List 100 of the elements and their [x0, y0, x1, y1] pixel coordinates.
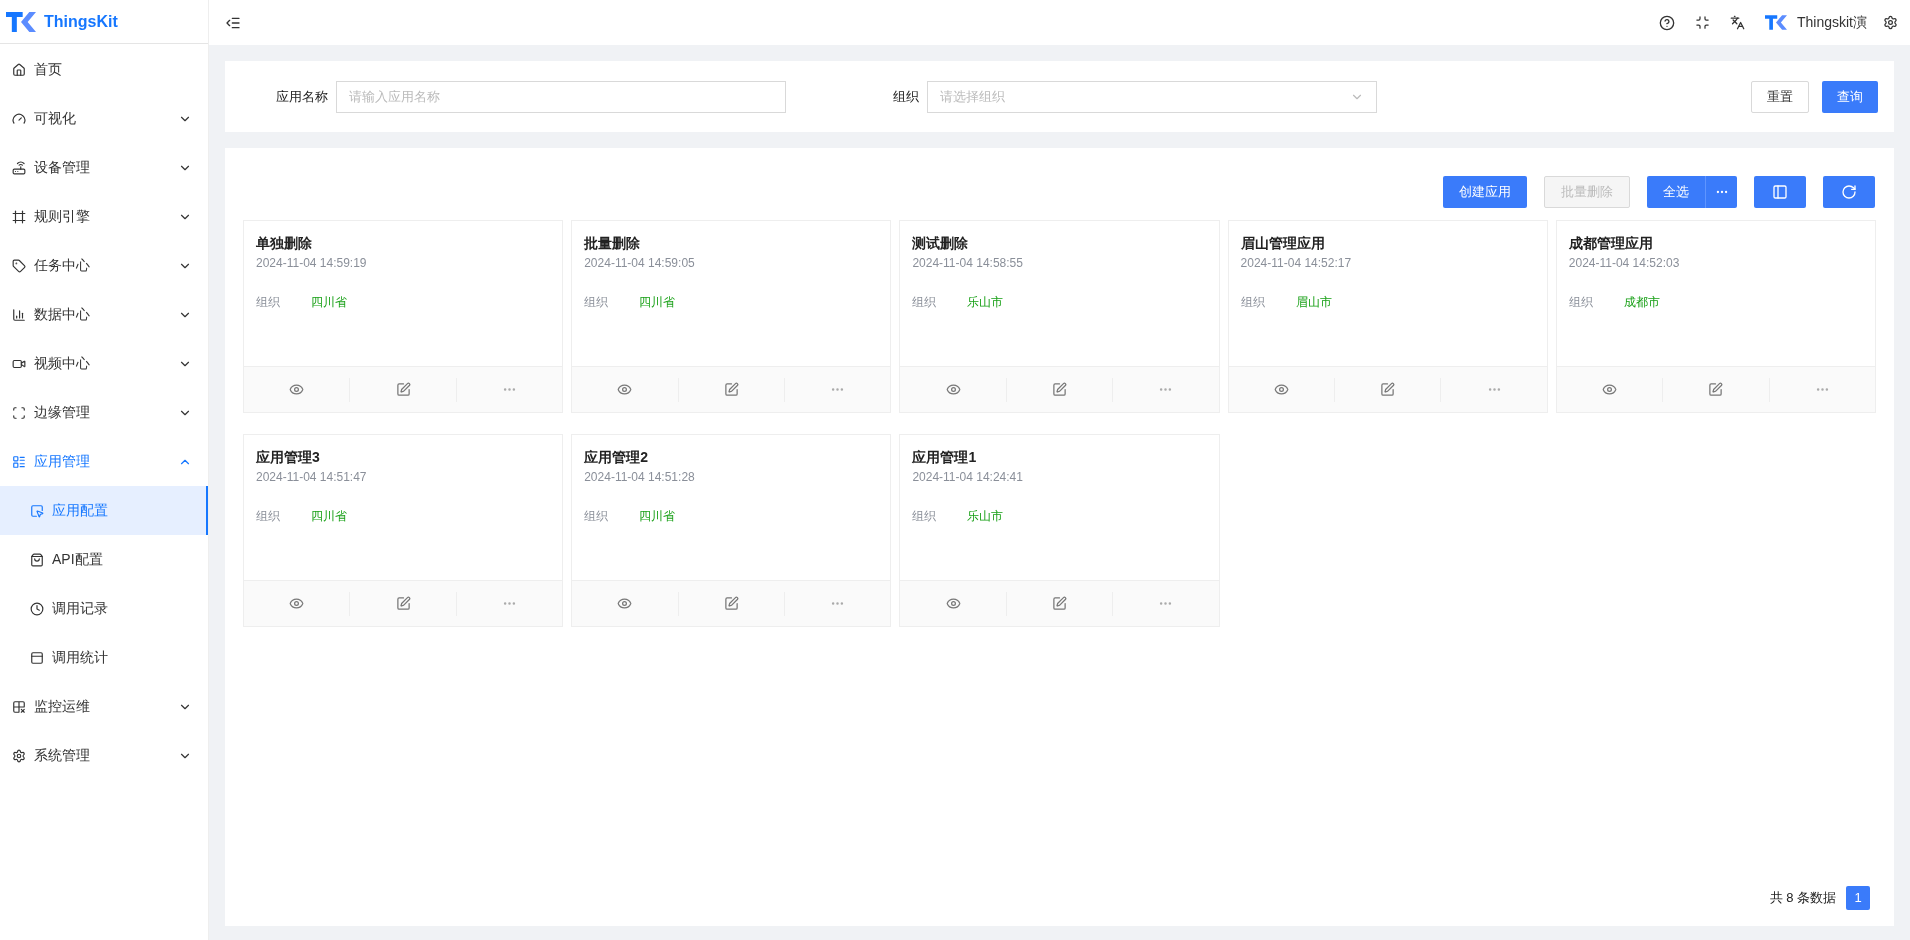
- sidebar-item[interactable]: 首页: [0, 45, 208, 94]
- edit-icon[interactable]: [1708, 382, 1724, 397]
- search-button[interactable]: 查询: [1822, 80, 1878, 113]
- card-title: 眉山管理应用: [1240, 234, 1326, 253]
- sidebar-item[interactable]: 监控运维: [0, 682, 208, 731]
- page-button[interactable]: 1: [1846, 886, 1870, 910]
- view-icon[interactable]: [945, 382, 961, 397]
- edit-icon[interactable]: [723, 596, 739, 611]
- sidebar-item[interactable]: 调用记录: [0, 584, 208, 633]
- org-label: 组织: [1568, 294, 1594, 311]
- org-value: 乐山市: [967, 294, 1004, 311]
- edit-icon[interactable]: [395, 382, 411, 397]
- card-title: 应用管理3: [256, 448, 321, 467]
- sidebar-item[interactable]: API配置: [0, 535, 208, 584]
- sidebar-item[interactable]: 调用统计: [0, 633, 208, 682]
- panel-icon: [30, 650, 44, 665]
- sidebar-item[interactable]: 任务中心: [0, 241, 208, 290]
- app-card[interactable]: 成都管理应用 2024-11-04 14:52:03 组织 成都市: [1555, 220, 1876, 413]
- card-time: 2024-11-04 14:52:03: [1568, 255, 1681, 272]
- card-time: 2024-11-04 14:59:05: [584, 255, 696, 272]
- app-card[interactable]: 应用管理1 2024-11-04 14:24:41 组织 乐山市: [899, 434, 1220, 627]
- card-time: 2024-11-04 14:24:41: [912, 469, 1024, 486]
- app-card[interactable]: 单独删除 2024-11-04 14:59:19 组织 四川省: [243, 220, 564, 413]
- bracket-icon: [12, 405, 26, 420]
- card-time: 2024-11-04 14:59:19: [256, 255, 368, 272]
- org-value: 成都市: [1623, 294, 1660, 311]
- name-input-field[interactable]: 请输入应用名称: [336, 80, 786, 113]
- panel-icon: [1772, 184, 1788, 200]
- org-value: 眉山市: [1295, 294, 1332, 311]
- card-title: 成都管理应用: [1568, 234, 1654, 253]
- org-label: 组织: [912, 508, 938, 525]
- view-icon[interactable]: [1273, 382, 1289, 397]
- view-icon[interactable]: [289, 596, 305, 611]
- app-card[interactable]: 测试删除 2024-11-04 14:58:55 组织 乐山市: [899, 220, 1220, 413]
- logo-icon: [1764, 15, 1787, 30]
- tag-icon: [12, 258, 26, 273]
- edit-icon[interactable]: [1052, 596, 1067, 611]
- view-icon[interactable]: [945, 596, 961, 611]
- org-label: 组织: [584, 508, 610, 525]
- brand-name: ThingsKit: [44, 11, 118, 32]
- org-label: 组织: [1240, 294, 1266, 311]
- refresh-icon: [1841, 184, 1857, 200]
- reset-button[interactable]: 重置: [1751, 80, 1809, 113]
- card-title: 批量删除: [584, 234, 642, 253]
- edit-icon[interactable]: [395, 596, 411, 611]
- user-name[interactable]: Thingskit演: [1796, 12, 1867, 33]
- sidebar-item[interactable]: 数据中心: [0, 290, 208, 339]
- sidebar-item[interactable]: 系统管理: [0, 731, 208, 780]
- org-value: 四川省: [311, 508, 347, 525]
- org-label: 组织: [256, 294, 281, 311]
- sidebar-item[interactable]: 边缘管理: [0, 388, 208, 437]
- settings-icon[interactable]: [1883, 15, 1898, 30]
- sidebar-item[interactable]: 应用配置: [0, 486, 208, 535]
- view-icon[interactable]: [617, 382, 633, 397]
- app-card[interactable]: 应用管理2 2024-11-04 14:51:28 组织 四川省: [571, 434, 892, 627]
- org-value: 四川省: [639, 294, 676, 311]
- view-icon[interactable]: [617, 596, 633, 611]
- card-title: 单独删除: [256, 234, 313, 253]
- sidebar-item[interactable]: 设备管理: [0, 143, 208, 192]
- org-label: 组织: [584, 294, 610, 311]
- home-icon: [12, 62, 26, 77]
- help-icon[interactable]: [1658, 14, 1675, 31]
- org-label: 组织: [912, 294, 938, 311]
- grid-icon: [12, 699, 26, 714]
- org-value: 四川省: [311, 294, 347, 311]
- select-all-button[interactable]: 全选: [1647, 176, 1706, 208]
- card-time: 2024-11-04 14:58:55: [912, 255, 1024, 272]
- gauge-icon: [12, 111, 26, 126]
- app-card[interactable]: 眉山管理应用 2024-11-04 14:52:17 组织 眉山市: [1227, 220, 1548, 413]
- card-title: 应用管理1: [912, 448, 978, 467]
- total-count: 共 8 条数据: [1769, 889, 1836, 908]
- bag-icon: [30, 552, 44, 567]
- edit-icon[interactable]: [1380, 382, 1396, 397]
- org-label: 组织: [256, 508, 281, 525]
- sidebar-item[interactable]: 可视化: [0, 94, 208, 143]
- org-value: 四川省: [639, 508, 676, 525]
- sidebar-item[interactable]: 规则引擎: [0, 192, 208, 241]
- filter-label: 应用名称: [275, 87, 329, 106]
- edit-icon[interactable]: [723, 382, 739, 397]
- language-icon[interactable]: [1729, 15, 1745, 30]
- card-time: 2024-11-04 14:51:28: [584, 469, 696, 486]
- sidebar-item[interactable]: 视频中心: [0, 339, 208, 388]
- edit-icon[interactable]: [1052, 382, 1067, 397]
- layout-toggle-button[interactable]: [1754, 176, 1806, 208]
- list-icon: [12, 454, 26, 469]
- router-icon: [12, 160, 26, 175]
- sidebar-item[interactable]: 应用管理: [0, 437, 208, 486]
- view-icon[interactable]: [289, 382, 305, 397]
- app-card[interactable]: 批量删除 2024-11-04 14:59:05 组织 四川省: [571, 220, 892, 413]
- card-time: 2024-11-04 14:51:47: [256, 469, 368, 486]
- refresh-button[interactable]: [1823, 176, 1875, 208]
- view-icon[interactable]: [1602, 382, 1617, 397]
- app-card[interactable]: 应用管理3 2024-11-04 14:51:47 组织 四川省: [243, 434, 564, 627]
- frame-icon: [12, 209, 26, 224]
- card-title: 应用管理2: [584, 448, 649, 467]
- create-button[interactable]: 创建应用: [1443, 176, 1527, 208]
- bar-chart-icon: [12, 307, 26, 322]
- cursor-square-icon: [30, 503, 44, 518]
- filter-label: 组织: [892, 87, 920, 106]
- fullscreen-icon[interactable]: [1694, 15, 1710, 30]
